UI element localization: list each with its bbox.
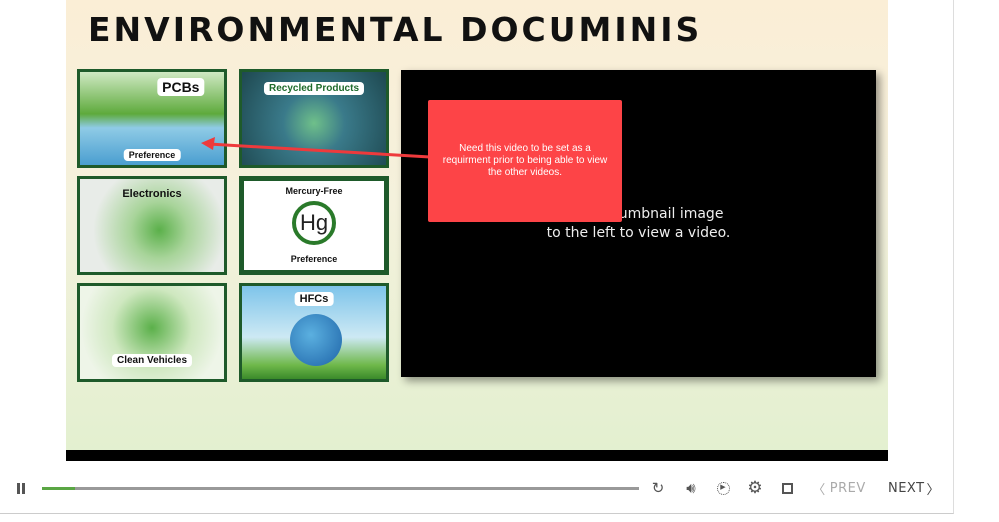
replay-icon: ↻ [651,480,665,497]
thumbnail-label: HFCs [294,292,334,306]
playback-speed-button[interactable]: ▶ [713,476,733,500]
thumbnail-mercury-free[interactable]: Mercury-Free Hg Preference [239,176,389,275]
playback-icon: ▶ [716,481,730,495]
thumbnail-label: Mercury-Free [280,185,348,197]
thumbnail-label: Electronics [122,188,182,200]
thumbnail-electronics[interactable]: Electronics [77,176,227,275]
globe-icon [290,314,342,366]
volume-button[interactable]: 🔊︎ [681,476,701,500]
slide-title: ENVIRONMENTAL DOCUMINIS [88,10,703,49]
slide: ENVIRONMENTAL DOCUMINIS PCBs Preference … [66,0,888,450]
annotation-callout: Need this video to be set as a requirmen… [428,100,622,222]
thumbnail-hfcs[interactable]: HFCs [239,283,389,382]
video-prompt-line2: to the left to view a video. [546,225,731,241]
pause-icon [17,482,25,494]
fullscreen-button[interactable] [777,476,797,500]
next-button[interactable]: NEXT 〉 [887,476,941,500]
prev-button[interactable]: 〈 PREV [812,476,866,500]
thumbnail-label: PCBs [157,78,205,96]
next-label: NEXT [887,480,925,496]
progress-bar[interactable] [42,487,639,490]
chevron-left-icon: 〈 [812,482,826,498]
fullscreen-icon [781,482,793,494]
player-frame: ENVIRONMENTAL DOCUMINIS PCBs Preference … [0,0,954,514]
prev-label: PREV [829,480,866,496]
pause-button[interactable] [12,476,30,500]
thumbnail-label: Recycled Products [263,82,365,95]
player-controls: ↻ 🔊︎ ▶ ⚙ 〈 PREV NEXT 〉 [0,476,954,500]
gear-icon: ⚙ [747,478,763,497]
volume-icon: 🔊︎ [686,479,696,497]
slide-bottom-bar [66,450,888,461]
thumbnail-sublabel: Preference [123,149,181,161]
chevron-right-icon: 〉 [926,482,941,498]
callout-arrow-icon [201,137,431,159]
hg-symbol-icon: Hg [292,201,336,245]
thumbnail-sublabel: Preference [285,253,343,265]
thumbnail-label: Clean Vehicles [111,354,193,367]
settings-button[interactable]: ⚙ [745,476,765,500]
thumbnail-clean-vehicles[interactable]: Clean Vehicles [77,283,227,382]
progress-fill [42,487,75,490]
replay-button[interactable]: ↻ [648,476,668,500]
